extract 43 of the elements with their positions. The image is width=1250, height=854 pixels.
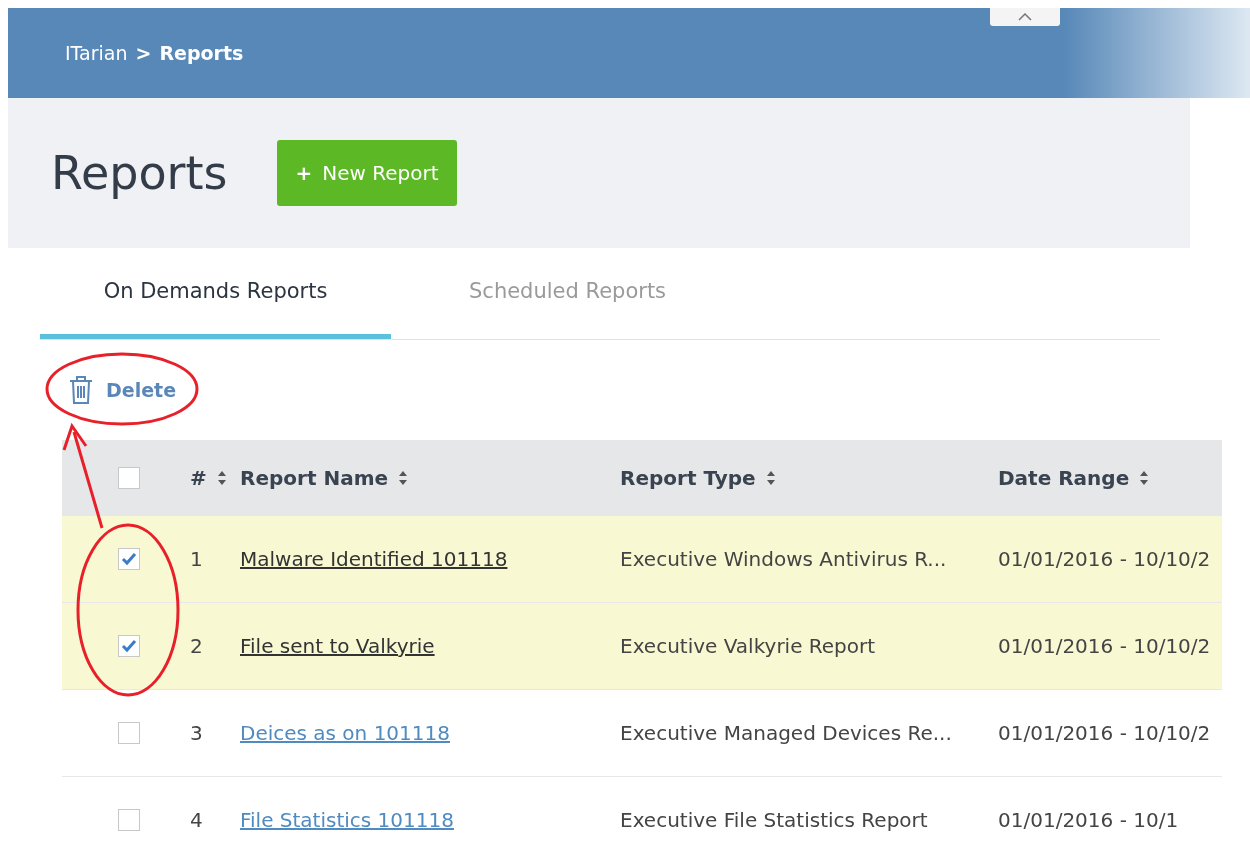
date-range: 01/01/2016 - 10/1 bbox=[998, 808, 1180, 832]
sort-icon[interactable] bbox=[398, 470, 409, 486]
report-type: Executive Windows Antivirus R... bbox=[620, 547, 948, 571]
checkmark-icon bbox=[121, 639, 137, 653]
row-number: 4 bbox=[190, 808, 204, 832]
sort-icon[interactable] bbox=[765, 470, 776, 486]
date-range: 01/01/2016 - 10/10/2 bbox=[998, 721, 1212, 745]
report-type: Executive Managed Devices Re... bbox=[620, 721, 953, 745]
tab[interactable]: On Demands Reports bbox=[40, 248, 391, 339]
checkmark-icon bbox=[121, 552, 137, 566]
row-checkbox[interactable] bbox=[118, 548, 140, 570]
report-type: Executive File Statistics Report bbox=[620, 808, 929, 832]
page-title: Reports bbox=[51, 146, 228, 200]
breadcrumb-link[interactable]: ITarian bbox=[65, 42, 128, 64]
column-header[interactable]: Date Range bbox=[998, 466, 1130, 490]
column-header[interactable]: Report Type bbox=[620, 466, 756, 490]
chevron-up-icon bbox=[1018, 13, 1032, 21]
report-name-link[interactable]: Malware Identified 101118 bbox=[240, 547, 508, 571]
table-row[interactable]: 4 File Statistics 101118 Executive File Statistics Report 01/01/2016 - 10/1 bbox=[62, 777, 1222, 854]
row-number: 2 bbox=[190, 634, 204, 658]
row-checkbox[interactable] bbox=[118, 635, 140, 657]
date-range: 01/01/2016 - 10/10/2 bbox=[998, 547, 1212, 571]
sort-icon[interactable] bbox=[1139, 470, 1150, 486]
report-name-link[interactable]: File Statistics 101118 bbox=[240, 808, 454, 832]
column-header[interactable]: # bbox=[190, 466, 207, 490]
table-row[interactable]: 3 Deices as on 101118 Executive Managed Devices Re... 01/01/2016 - 10/10/2 bbox=[62, 690, 1222, 777]
table-row[interactable]: 1 Malware Identified 101118 Executive Windows Antivirus R... 01/01/2016 - 10/10/2 bbox=[62, 516, 1222, 603]
breadcrumb-separator: > bbox=[135, 42, 152, 64]
breadcrumb-current: Reports bbox=[159, 42, 244, 64]
table-row[interactable]: 2 File sent to Valkyrie Executive Valkyrie Report 01/01/2016 - 10/10/2 bbox=[62, 603, 1222, 690]
row-checkbox[interactable] bbox=[118, 722, 140, 744]
sort-icon[interactable] bbox=[216, 470, 227, 486]
delete-button[interactable]: Delete bbox=[68, 375, 177, 405]
trash-icon bbox=[68, 375, 94, 405]
report-name-link[interactable]: File sent to Valkyrie bbox=[240, 634, 435, 658]
report-name-link[interactable]: Deices as on 101118 bbox=[240, 721, 450, 745]
report-type: Executive Valkyrie Report bbox=[620, 634, 877, 658]
row-checkbox[interactable] bbox=[118, 809, 140, 831]
select-all-checkbox[interactable] bbox=[118, 467, 140, 489]
row-number: 1 bbox=[190, 547, 204, 571]
date-range: 01/01/2016 - 10/10/2 bbox=[998, 634, 1212, 658]
row-number: 3 bbox=[190, 721, 204, 745]
column-header[interactable]: Report Name bbox=[240, 466, 389, 490]
